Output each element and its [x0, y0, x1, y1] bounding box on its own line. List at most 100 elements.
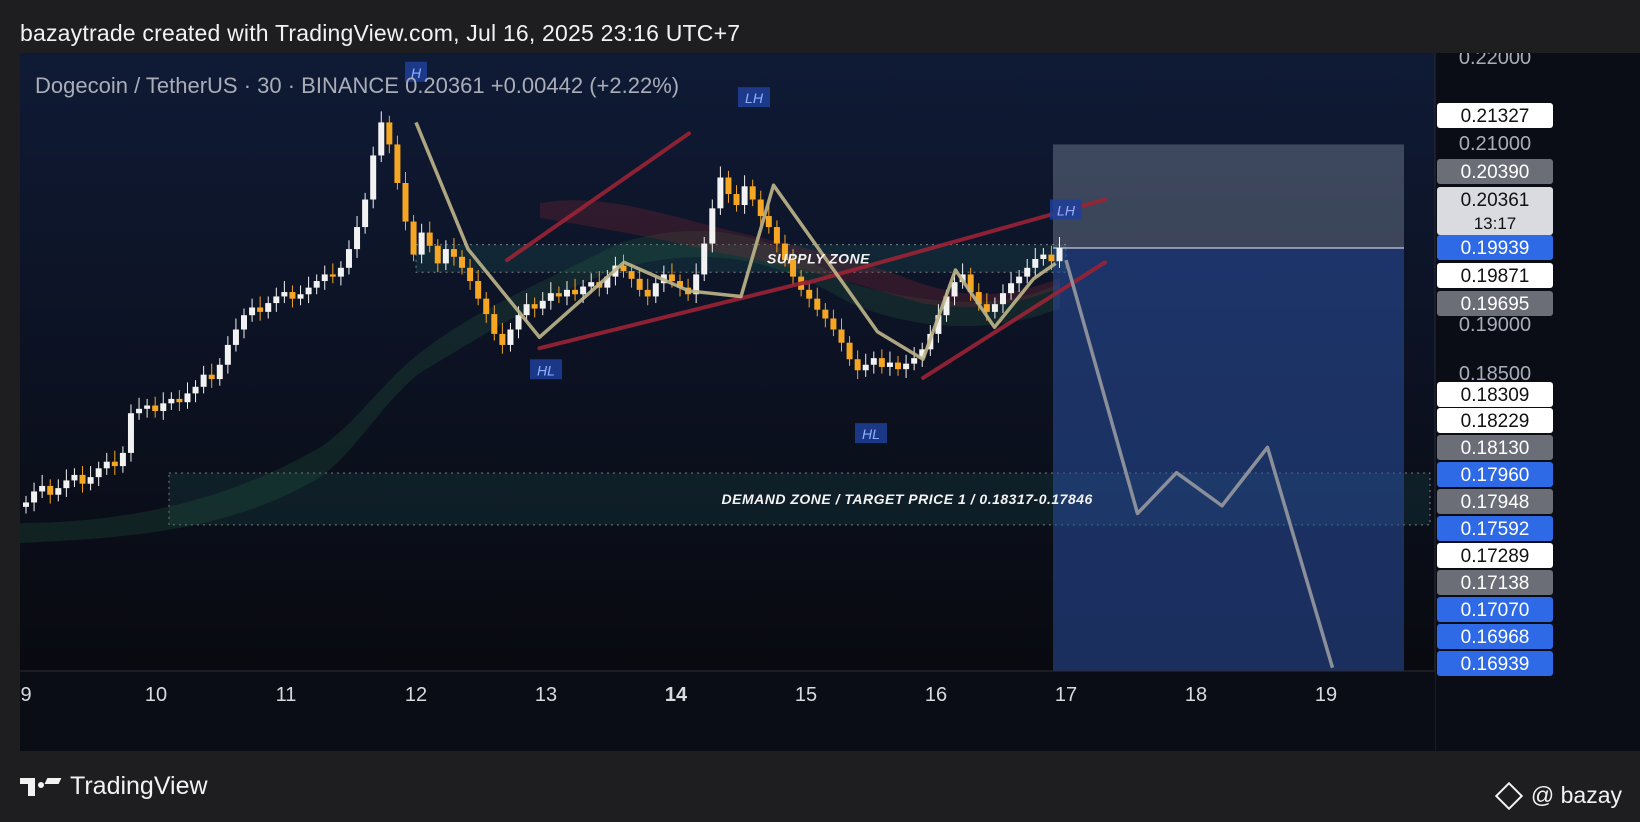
candle-body [450, 249, 457, 257]
candle-body [136, 408, 143, 414]
price-tag-7: 0.18229 [1461, 411, 1530, 432]
author-handle[interactable]: @ bazay [1494, 781, 1622, 810]
candle-body [725, 177, 732, 195]
short-position-layer [1053, 144, 1404, 718]
candle-body [588, 282, 595, 287]
candle-body [402, 182, 409, 222]
candle-body [394, 144, 401, 183]
chart-caption: bazaytrade created with TradingView.com,… [20, 20, 741, 46]
candle-body [870, 358, 877, 365]
price-chart[interactable]: SUPPLY ZONE DEMAND ZONE / TARGET PRICE 1 … [20, 53, 1640, 751]
price-tag-11: 0.17592 [1461, 519, 1530, 540]
candle-body [200, 374, 207, 387]
x-tick-18: 18 [1185, 684, 1207, 706]
price-tag-13: 0.17138 [1461, 573, 1530, 594]
candle-body [354, 227, 361, 250]
candle-body [668, 274, 675, 282]
candle-body [216, 364, 223, 380]
price-tag-countdown: 13:17 [1474, 214, 1517, 233]
candle-body [127, 413, 134, 453]
candle-body [1056, 247, 1063, 262]
price-tag-8: 0.18130 [1461, 438, 1530, 459]
candle-body [249, 307, 256, 316]
candle-body [241, 315, 248, 330]
candle-body [23, 502, 29, 507]
candle-body [757, 199, 764, 217]
candle-body [289, 292, 296, 299]
candle-body [47, 485, 54, 495]
price-tag-5: 0.19695 [1461, 294, 1530, 315]
candle-body [152, 405, 159, 412]
candle-body [895, 362, 902, 370]
candle-body [87, 477, 94, 484]
candle-body [1048, 254, 1055, 262]
candle-body [749, 186, 756, 200]
candle-body [1032, 259, 1039, 268]
y-tick-2: 0.19000 [1459, 314, 1531, 336]
candle-body [644, 289, 651, 297]
price-tag-16: 0.16939 [1461, 654, 1530, 675]
candle-body [305, 287, 312, 295]
candle-body [862, 364, 869, 371]
candle-body [846, 342, 853, 360]
candle-body [628, 271, 635, 279]
candle-body [854, 359, 861, 371]
pivot-label-5: HL [862, 426, 880, 442]
price-tag-1: 0.20390 [1461, 162, 1530, 183]
candle-body [426, 232, 433, 246]
candle-body [103, 461, 110, 469]
candle-body [701, 243, 708, 275]
candle-body [507, 329, 514, 345]
candle-body [523, 304, 530, 316]
zone-label-2: DEMAND ZONE / TARGET PRICE 1 / 0.18317-0… [722, 491, 1093, 507]
candle-body [345, 249, 352, 268]
candle-body [337, 267, 344, 277]
candle-body [168, 398, 175, 404]
zone-label-1: SUPPLY ZONE [767, 250, 870, 266]
chart-area[interactable]: SUPPLY ZONE DEMAND ZONE / TARGET PRICE 1 … [20, 53, 1640, 751]
candle-body [911, 358, 918, 364]
author-name: @ bazay [1530, 782, 1622, 808]
candle-body [434, 245, 441, 264]
candle-body [572, 289, 579, 295]
pivot-label-3: LH [1057, 203, 1076, 219]
candle-body [370, 155, 377, 200]
candle-body [822, 309, 829, 319]
candle-body [838, 329, 845, 343]
candle-body [1024, 267, 1031, 277]
candle-body [39, 485, 46, 492]
candle-body [741, 186, 748, 206]
candle-body [95, 468, 102, 478]
candle-body [555, 293, 562, 297]
price-tag-4: 0.19871 [1461, 266, 1530, 287]
candle-body [531, 304, 538, 309]
price-tag-14: 0.17070 [1461, 600, 1530, 621]
candle-body [111, 461, 118, 467]
candle-body [418, 232, 425, 255]
price-tag-9: 0.17960 [1461, 465, 1530, 486]
candle-body [119, 452, 126, 467]
candle-body [499, 333, 506, 345]
candle-body [491, 314, 498, 334]
time-axis-bg [20, 671, 1435, 751]
candle-body [1016, 276, 1023, 284]
price-tag-3: 0.19939 [1461, 238, 1530, 259]
price-tag-12: 0.17289 [1461, 546, 1530, 567]
candle-body [192, 386, 199, 394]
candle-body [297, 294, 304, 299]
exchange-diamond-icon [1494, 781, 1524, 810]
take-profit-area [1053, 247, 1404, 718]
y-tick-1: 0.21000 [1459, 133, 1531, 155]
candle-body [563, 289, 570, 297]
candle-body [55, 488, 62, 495]
candle-body [636, 278, 643, 290]
candle-body [265, 303, 272, 312]
candle-body [321, 274, 328, 282]
candle-body [467, 267, 474, 282]
x-tick-13: 13 [535, 684, 557, 706]
x-tick-9: 9 [20, 684, 31, 706]
candle-body [951, 282, 958, 297]
candle-body [386, 122, 393, 145]
candle-body [184, 393, 191, 403]
tradingview-logo[interactable]: TradingView [20, 772, 208, 801]
